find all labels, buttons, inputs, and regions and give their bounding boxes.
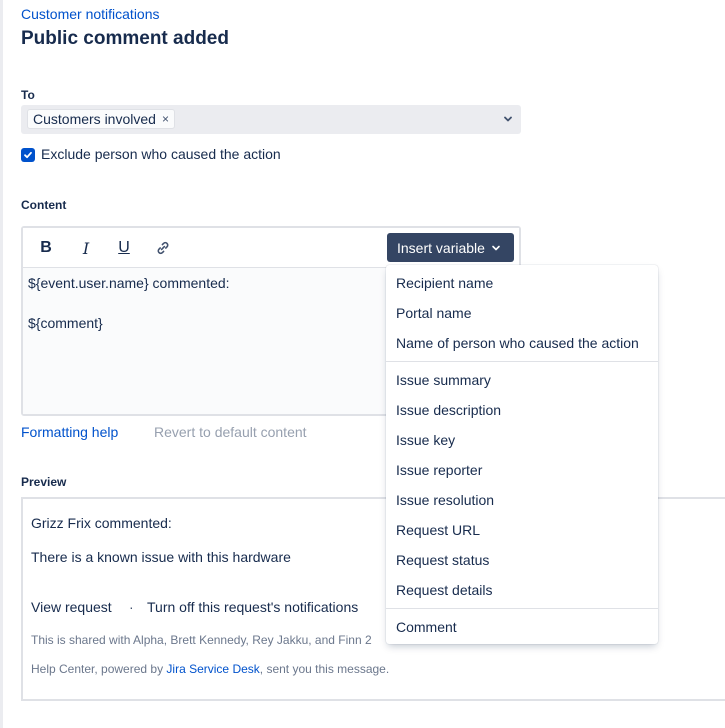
underline-button[interactable]: U [115, 239, 133, 257]
menu-item-comment[interactable]: Comment [396, 619, 457, 635]
menu-item-issue-reporter[interactable]: Issue reporter [396, 462, 482, 478]
menu-item-issue-key[interactable]: Issue key [396, 432, 455, 448]
editor-line: ${event.user.name} commented: [28, 275, 230, 291]
formatting-help-link[interactable]: Formatting help [21, 424, 118, 440]
checkmark-icon [24, 151, 32, 159]
menu-item-action-person-name[interactable]: Name of person who caused the action [396, 335, 639, 351]
italic-button[interactable]: I [77, 239, 95, 258]
page-title: Public comment added [21, 28, 229, 49]
shared-with-text: This is shared with Alpha, Brett Kennedy… [31, 633, 372, 647]
view-request-link[interactable]: View request [31, 599, 112, 615]
link-separator: · [129, 599, 134, 615]
menu-item-issue-resolution[interactable]: Issue resolution [396, 492, 494, 508]
recipient-chip: Customers involved × [27, 109, 175, 129]
recipient-chip-label: Customers involved [33, 111, 156, 127]
menu-divider [386, 608, 658, 609]
recipients-select[interactable]: Customers involved × [21, 105, 521, 134]
menu-item-request-status[interactable]: Request status [396, 552, 489, 568]
left-border [0, 0, 3, 728]
jira-service-desk-link[interactable]: Jira Service Desk [166, 662, 259, 676]
preview-label: Preview [21, 475, 67, 489]
link-icon [157, 241, 169, 255]
chevron-down-icon[interactable] [502, 113, 514, 125]
footer-suffix: , sent you this message. [259, 662, 390, 676]
preview-footer: Help Center, powered by Jira Service Des… [31, 662, 389, 676]
menu-item-request-details[interactable]: Request details [396, 582, 493, 598]
menu-item-portal-name[interactable]: Portal name [396, 305, 471, 321]
content-label: Content [21, 198, 67, 212]
link-button[interactable] [154, 239, 172, 257]
remove-chip-icon[interactable]: × [162, 110, 169, 128]
menu-item-issue-description[interactable]: Issue description [396, 402, 501, 418]
insert-variable-button[interactable]: Insert variable [387, 233, 514, 262]
turn-off-notifications-link[interactable]: Turn off this request's notifications [147, 599, 358, 615]
footer-prefix: Help Center, powered by [31, 662, 167, 676]
chevron-down-icon [492, 245, 500, 250]
menu-divider [386, 361, 658, 362]
bold-button[interactable]: B [37, 239, 55, 257]
preview-heading: Grizz Frix commented: [31, 515, 172, 531]
menu-item-issue-summary[interactable]: Issue summary [396, 372, 491, 388]
revert-default-link[interactable]: Revert to default content [154, 424, 307, 440]
exclude-checkbox[interactable] [21, 148, 35, 162]
insert-variable-label: Insert variable [397, 239, 485, 256]
editor-line: ${comment} [28, 315, 103, 331]
to-label: To [21, 88, 35, 102]
insert-variable-menu: Recipient name Portal name Name of perso… [386, 265, 658, 644]
menu-item-request-url[interactable]: Request URL [396, 522, 480, 538]
exclude-checkbox-label: Exclude person who caused the action [41, 146, 281, 162]
editor-toolbar: B I U Insert variable [23, 228, 519, 268]
breadcrumb-link[interactable]: Customer notifications [21, 6, 160, 22]
preview-body: There is a known issue with this hardwar… [31, 549, 291, 565]
menu-item-recipient-name[interactable]: Recipient name [396, 275, 493, 291]
